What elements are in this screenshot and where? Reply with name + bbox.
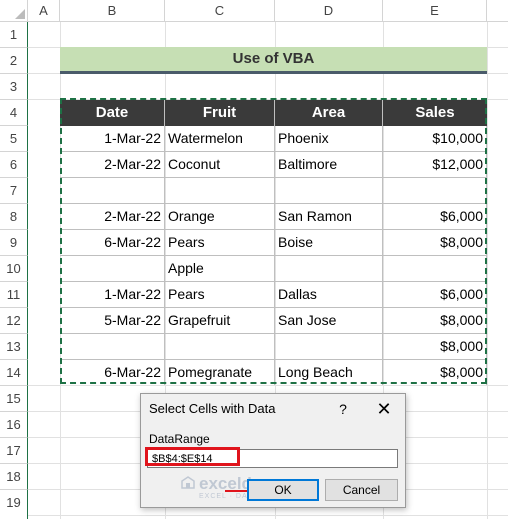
- cell-fruit[interactable]: Orange: [165, 204, 275, 230]
- row-header-9[interactable]: 9: [0, 230, 28, 256]
- cell-fruit[interactable]: [165, 334, 275, 360]
- row-header-8[interactable]: 8: [0, 204, 28, 230]
- cell-fruit[interactable]: Coconut: [165, 152, 275, 178]
- row-header-1[interactable]: 1: [0, 22, 28, 48]
- cell-sales[interactable]: $8,000: [383, 308, 487, 334]
- row-header-14[interactable]: 14: [0, 360, 28, 386]
- cell-date[interactable]: [60, 178, 165, 204]
- cell-fruit[interactable]: Pears: [165, 282, 275, 308]
- cell-date[interactable]: [60, 256, 165, 282]
- watermark-logo-icon: [181, 476, 195, 489]
- cell-area[interactable]: Baltimore: [275, 152, 383, 178]
- cell-fruit[interactable]: Watermelon: [165, 126, 275, 152]
- row-header-16[interactable]: 16: [0, 412, 28, 438]
- table-header-date[interactable]: Date: [60, 100, 165, 126]
- row-header-7[interactable]: 7: [0, 178, 28, 204]
- cell-area[interactable]: Phoenix: [275, 126, 383, 152]
- column-header-e[interactable]: E: [383, 0, 487, 22]
- cell-sales[interactable]: $6,000: [383, 282, 487, 308]
- column-header-a[interactable]: A: [28, 0, 60, 22]
- row-header-19[interactable]: 19: [0, 490, 28, 519]
- cell-date[interactable]: [60, 334, 165, 360]
- cell-fruit[interactable]: Pears: [165, 230, 275, 256]
- cell-sales[interactable]: $8,000: [383, 334, 487, 360]
- row-header-13[interactable]: 13: [0, 334, 28, 360]
- row-header-2[interactable]: 2: [0, 48, 28, 74]
- cell-fruit[interactable]: Grapefruit: [165, 308, 275, 334]
- row-header-12[interactable]: 12: [0, 308, 28, 334]
- cell-sales[interactable]: [383, 178, 487, 204]
- cell-sales[interactable]: $8,000: [383, 230, 487, 256]
- cell-area[interactable]: Dallas: [275, 282, 383, 308]
- select-all-corner[interactable]: [0, 0, 28, 22]
- gridline: [28, 515, 508, 516]
- row-header-17[interactable]: 17: [0, 438, 28, 464]
- row-header-10[interactable]: 10: [0, 256, 28, 282]
- cell-date[interactable]: 6-Mar-22: [60, 230, 165, 256]
- cell-area[interactable]: San Jose: [275, 308, 383, 334]
- cancel-button[interactable]: Cancel: [325, 479, 398, 501]
- cell-area[interactable]: San Ramon: [275, 204, 383, 230]
- cell-date[interactable]: 1-Mar-22: [60, 282, 165, 308]
- data-range-label: DataRange: [149, 432, 210, 446]
- row-header-5[interactable]: 5: [0, 126, 28, 152]
- cell-fruit[interactable]: Pomegranate: [165, 360, 275, 385]
- cell-area[interactable]: Long Beach: [275, 360, 383, 385]
- table-header-area[interactable]: Area: [275, 100, 383, 126]
- cell-sales[interactable]: $6,000: [383, 204, 487, 230]
- cell-sales[interactable]: [383, 256, 487, 282]
- cell-sales[interactable]: $8,000: [383, 360, 487, 385]
- cell-area[interactable]: [275, 256, 383, 282]
- cell-sales[interactable]: $10,000: [383, 126, 487, 152]
- row-header-11[interactable]: 11: [0, 282, 28, 308]
- sheet-title[interactable]: Use of VBA: [60, 47, 487, 74]
- row-header-18[interactable]: 18: [0, 464, 28, 490]
- cell-fruit[interactable]: [165, 178, 275, 204]
- column-header-d[interactable]: D: [275, 0, 383, 22]
- cell-date[interactable]: 2-Mar-22: [60, 204, 165, 230]
- column-header-c[interactable]: C: [165, 0, 275, 22]
- cell-area[interactable]: Boise: [275, 230, 383, 256]
- row-header-3[interactable]: 3: [0, 74, 28, 100]
- cell-date[interactable]: 5-Mar-22: [60, 308, 165, 334]
- row-header-15[interactable]: 15: [0, 386, 28, 412]
- row-header-6[interactable]: 6: [0, 152, 28, 178]
- column-header-f[interactable]: [487, 0, 508, 22]
- cell-date[interactable]: 6-Mar-22: [60, 360, 165, 385]
- cell-fruit[interactable]: Apple: [165, 256, 275, 282]
- data-range-input[interactable]: [147, 449, 398, 468]
- table-header-fruit[interactable]: Fruit: [165, 100, 275, 126]
- cell-sales[interactable]: $12,000: [383, 152, 487, 178]
- cell-area[interactable]: [275, 178, 383, 204]
- cell-area[interactable]: [275, 334, 383, 360]
- gridline: [28, 385, 508, 386]
- help-icon[interactable]: ?: [333, 399, 353, 419]
- ok-button[interactable]: OK: [247, 479, 319, 501]
- column-header-b[interactable]: B: [60, 0, 165, 22]
- cell-date[interactable]: 2-Mar-22: [60, 152, 165, 178]
- table-header-sales[interactable]: Sales: [383, 100, 487, 126]
- gridline: [487, 22, 488, 519]
- cell-date[interactable]: 1-Mar-22: [60, 126, 165, 152]
- select-cells-dialog[interactable]: Select Cells with Data ? ✕ DataRange exc…: [140, 393, 406, 508]
- row-header-4[interactable]: 4: [0, 100, 28, 126]
- close-icon[interactable]: ✕: [373, 398, 395, 420]
- dialog-title: Select Cells with Data: [149, 401, 276, 416]
